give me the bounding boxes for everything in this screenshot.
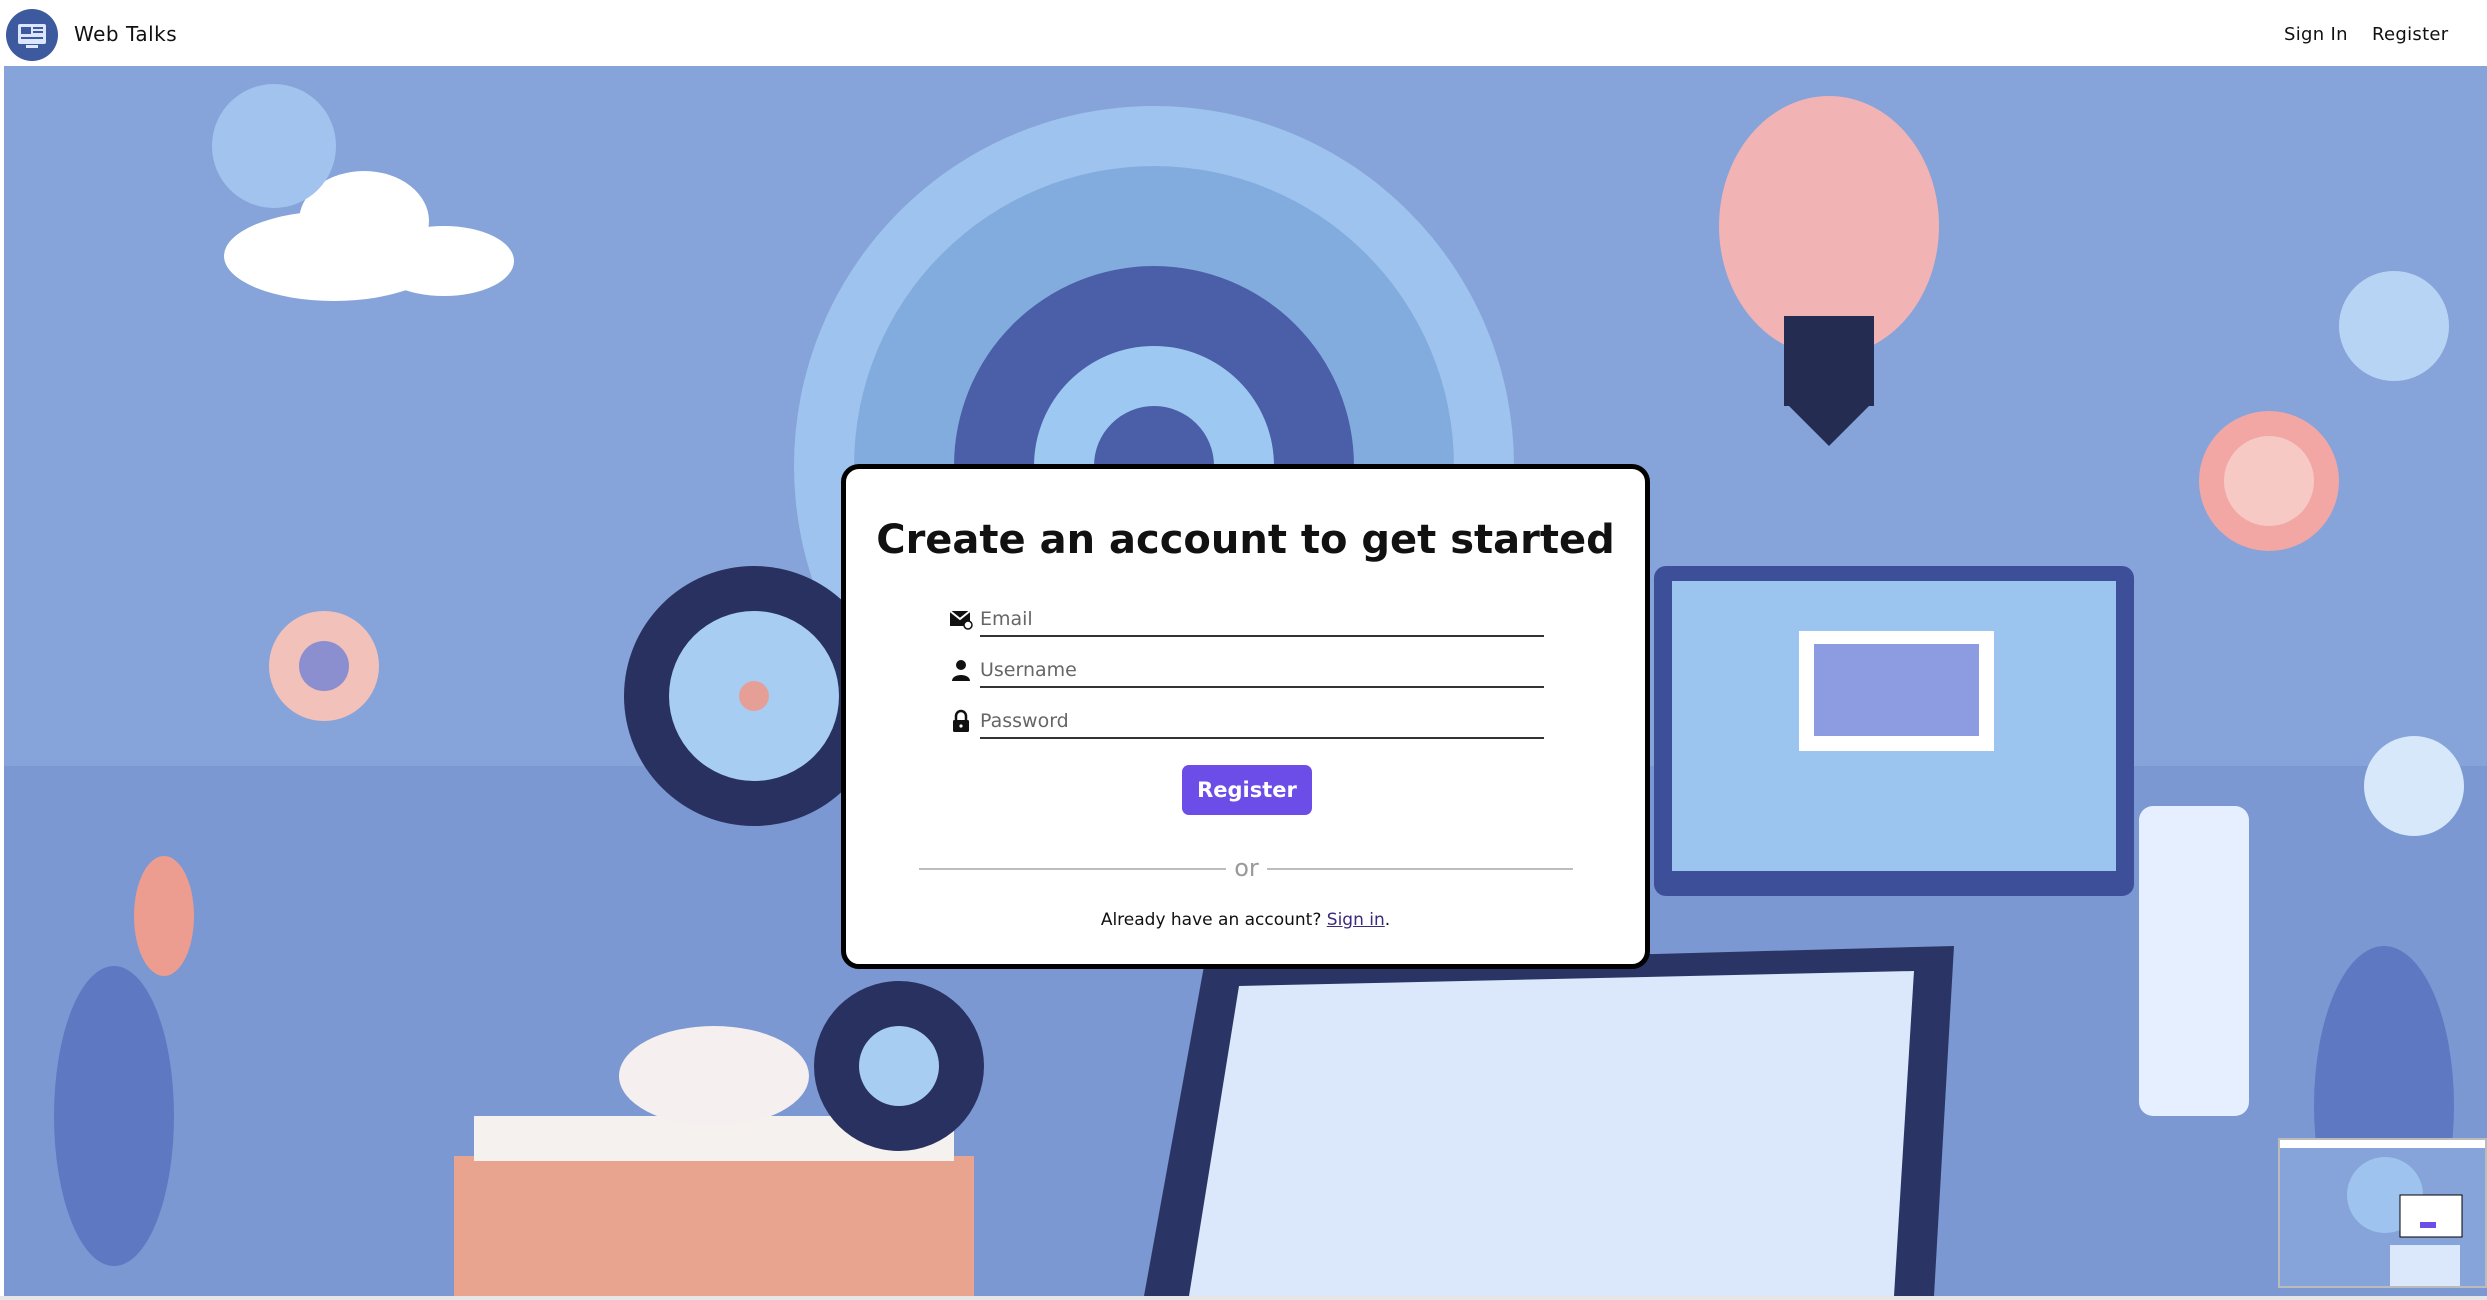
password-input[interactable] xyxy=(980,699,1544,739)
page-title: Create an account to get started xyxy=(876,517,1615,563)
logo-icon[interactable] xyxy=(6,9,58,61)
divider-line-left xyxy=(919,868,1226,870)
username-input[interactable] xyxy=(980,648,1544,688)
envelope-icon xyxy=(949,607,973,631)
brand-name[interactable]: Web Talks xyxy=(74,22,177,46)
screen-preview-thumbnail[interactable] xyxy=(2278,1138,2487,1288)
sign-in-link[interactable]: Sign in xyxy=(1327,910,1385,930)
nav-sign-in-link[interactable]: Sign In xyxy=(2284,24,2348,45)
signin-prompt: Already have an account? Sign in. xyxy=(846,910,1645,930)
bottom-strip xyxy=(0,1296,2487,1300)
register-button[interactable]: Register xyxy=(1182,765,1312,815)
lock-icon xyxy=(949,709,973,733)
register-card: Create an account to get started Email U… xyxy=(841,464,1650,969)
password-field-row xyxy=(949,699,1552,739)
nav-register-link[interactable]: Register xyxy=(2372,24,2449,45)
email-field-row xyxy=(949,597,1552,637)
top-navbar: Web Talks Sign In Register xyxy=(0,0,2487,66)
email-input[interactable] xyxy=(980,597,1544,637)
user-icon xyxy=(949,658,973,682)
divider-line-right xyxy=(1267,868,1573,870)
signin-prompt-text: Already have an account? xyxy=(1100,910,1322,930)
divider-or: or xyxy=(1234,854,1259,882)
signin-suffix: . xyxy=(1384,910,1391,930)
username-field-row xyxy=(949,648,1552,688)
